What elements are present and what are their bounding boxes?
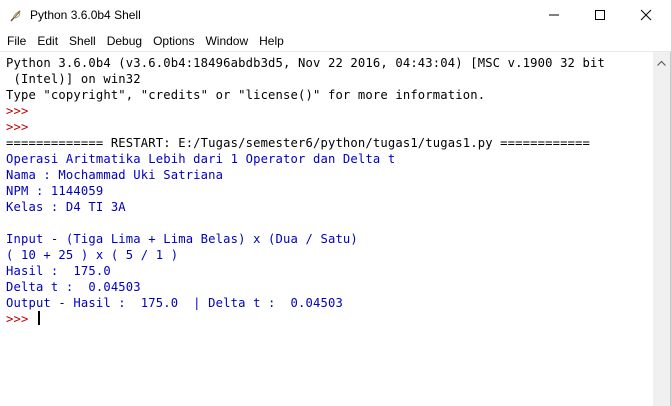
- idle-shell-window: Python 3.6.0b4 Shell File Edit Shell Deb…: [0, 0, 671, 406]
- shell-line: (Intel)] on win32: [6, 72, 141, 86]
- shell-prompt-line: >>>: [6, 120, 36, 134]
- title-bar[interactable]: Python 3.6.0b4 Shell: [0, 0, 671, 31]
- output-line: Delta t : 0.04503: [6, 280, 141, 294]
- menu-debug[interactable]: Debug: [101, 31, 147, 52]
- shell-output: Python 3.6.0b4 (v3.6.0b4:18496abdb3d5, N…: [6, 55, 651, 327]
- shell-line: Type "copyright", "credits" or "license(…: [6, 88, 486, 102]
- shell-prompt-line: >>>: [6, 104, 36, 118]
- scroll-up-button[interactable]: [653, 52, 670, 69]
- restart-banner: ============= RESTART: E:/Tugas/semester…: [6, 136, 591, 150]
- minimize-icon: [548, 6, 560, 25]
- menu-shell[interactable]: Shell: [63, 31, 101, 52]
- shell-text-area[interactable]: Python 3.6.0b4 (v3.6.0b4:18496abdb3d5, N…: [0, 52, 653, 406]
- output-line: Nama : Mochammad Uki Satriana: [6, 168, 224, 182]
- output-line: Input - (Tiga Lima + Lima Belas) x (Dua …: [6, 232, 358, 246]
- menu-options[interactable]: Options: [147, 31, 199, 52]
- text-cursor: [37, 311, 40, 325]
- menu-edit[interactable]: Edit: [31, 31, 63, 52]
- output-line: ( 10 + 25 ) x ( 5 / 1 ): [6, 248, 179, 262]
- output-line: Hasil : 175.0: [6, 264, 111, 278]
- close-button[interactable]: [623, 0, 669, 31]
- output-line: Kelas : D4 TI 3A: [6, 200, 126, 214]
- shell-line: Python 3.6.0b4 (v3.6.0b4:18496abdb3d5, N…: [6, 56, 605, 70]
- maximize-icon: [594, 6, 606, 25]
- menu-help[interactable]: Help: [253, 31, 289, 52]
- close-icon: [640, 6, 652, 25]
- shell-prompt: >>>: [6, 312, 36, 326]
- chevron-up-icon: [657, 51, 666, 70]
- vertical-scrollbar[interactable]: [653, 52, 670, 406]
- output-line: Output - Hasil : 175.0 | Delta t : 0.045…: [6, 296, 343, 310]
- menu-window[interactable]: Window: [199, 31, 253, 52]
- active-prompt-line[interactable]: >>>: [6, 311, 651, 327]
- maximize-button[interactable]: [577, 0, 623, 31]
- menu-bar: File Edit Shell Debug Options Window Hel…: [0, 31, 671, 52]
- minimize-button[interactable]: [531, 0, 577, 31]
- window-title: Python 3.6.0b4 Shell: [30, 8, 141, 22]
- output-line: Operasi Aritmatika Lebih dari 1 Operator…: [6, 152, 396, 166]
- menu-file[interactable]: File: [0, 31, 31, 52]
- python-feather-icon: [8, 8, 24, 24]
- output-line: NPM : 1144059: [6, 184, 104, 198]
